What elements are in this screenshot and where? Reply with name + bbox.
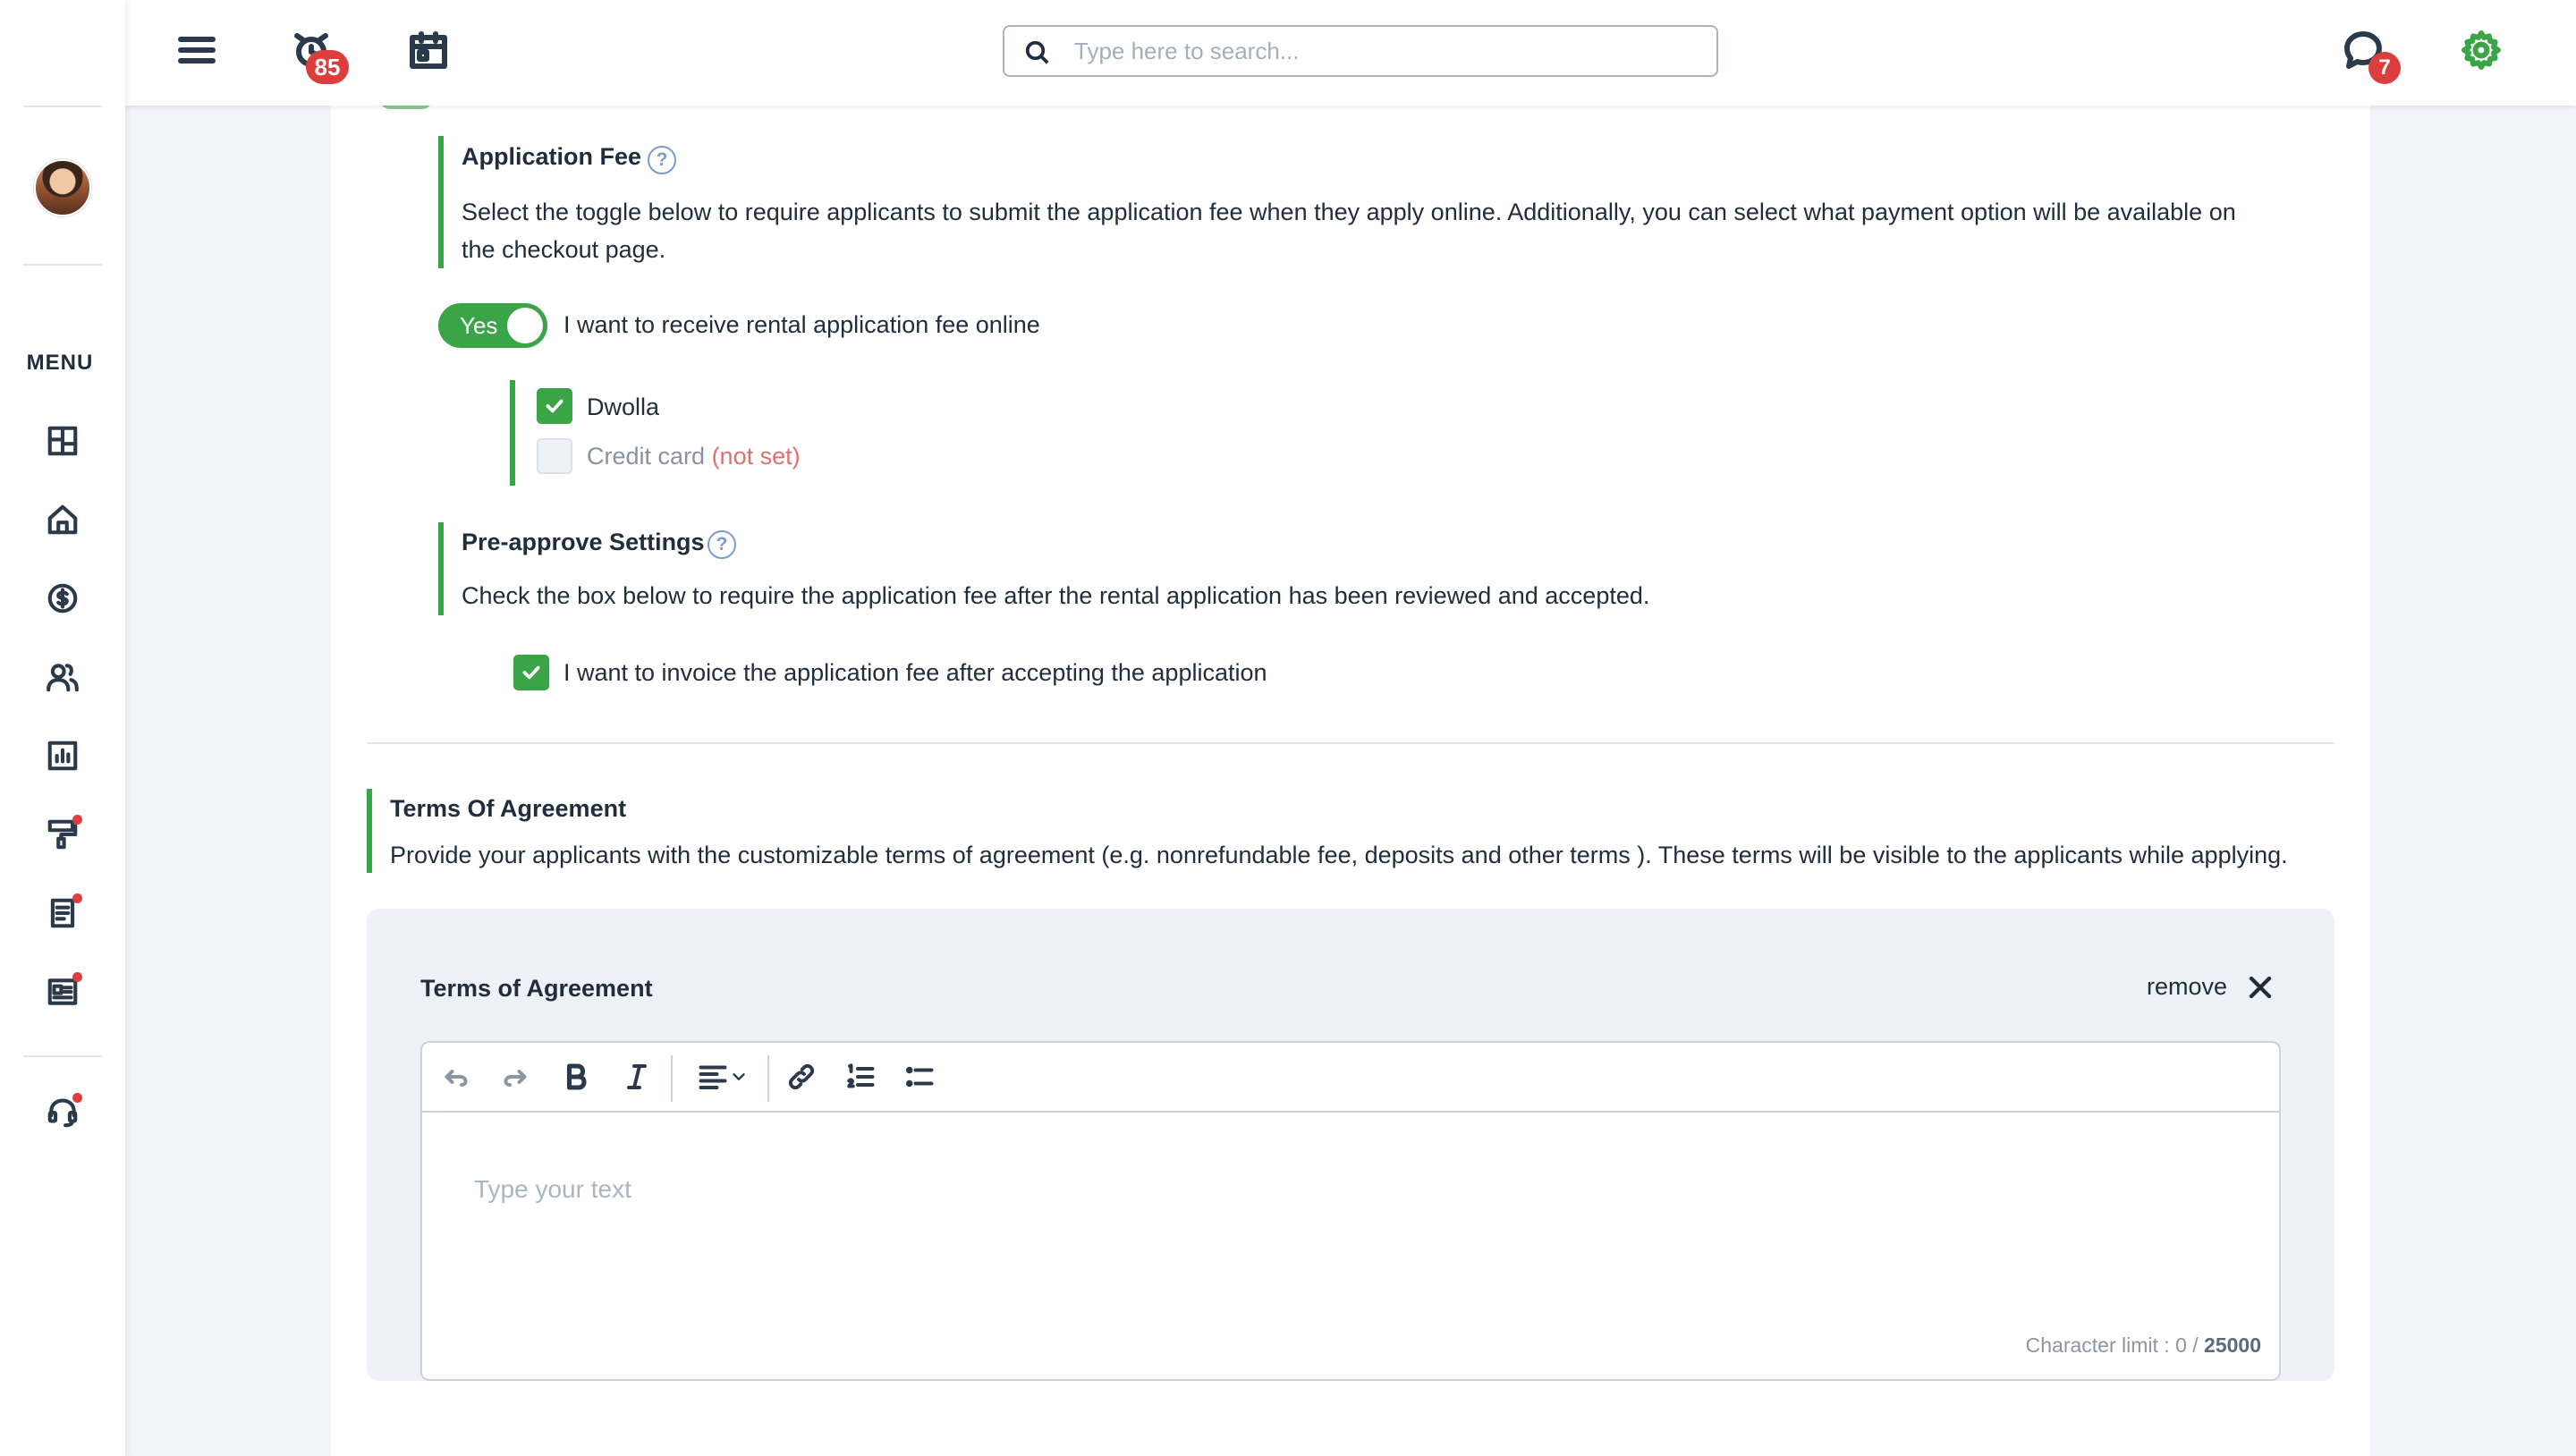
sidebar: MENU [0,0,125,1456]
checkmark-icon [546,399,564,413]
rich-text-editor: Type your text Character limit : 0 / 250… [420,1041,2281,1381]
invoice-after-accept-label: I want to invoice the application fee af… [564,659,1267,686]
sidebar-divider [23,1055,102,1057]
sidebar-item-payments[interactable] [43,579,82,618]
checkmark-icon [522,665,540,680]
receive-fee-online-toggle[interactable]: Yes [438,303,547,348]
section-accent-bar [438,136,444,268]
editor-toolbar [422,1043,2279,1113]
terms-title: Terms Of Agreement [390,795,627,822]
sidebar-divider [23,106,102,107]
link-button[interactable] [782,1057,821,1096]
dwolla-label: Dwolla [587,394,660,420]
italic-button[interactable] [617,1057,657,1096]
pre-approve-description: Check the box below to require the appli… [462,582,1650,609]
application-fee-description: Select the toggle below to require appli… [462,199,2236,225]
character-limit-label: Character limit : 0 / [2025,1333,2199,1357]
bullet-list-icon [905,1066,934,1088]
search-icon [1025,40,1049,64]
user-avatar[interactable] [34,159,91,216]
dashboard-icon [47,426,78,456]
pre-approve-help-icon[interactable]: ? [708,530,736,559]
application-fee-description-cont: the checkout page. [462,236,666,263]
close-icon [2249,976,2272,998]
notification-dot [72,972,82,982]
terms-accent-bar [367,789,372,873]
sidebar-item-people[interactable] [43,657,82,697]
pre-approve-accent-bar [438,522,444,615]
section-divider [367,742,2334,744]
align-dropdown[interactable] [687,1057,758,1096]
bold-icon [566,1063,587,1090]
sidebar-divider [23,264,102,266]
sidebar-item-reports[interactable] [43,736,82,775]
redo-button[interactable] [496,1057,535,1096]
sidebar-item-maintenance[interactable] [43,815,82,854]
chat-count-badge: 7 [2368,52,2401,84]
notification-dot [72,1093,82,1103]
search-box[interactable] [1003,25,1718,77]
pre-approve-title: Pre-approve Settings [462,529,705,555]
application-fee-title: Application Fee [462,143,642,170]
dwolla-checkbox[interactable] [537,388,572,424]
redo-icon [504,1070,527,1087]
gear-icon [2462,30,2501,70]
editor-text-area[interactable]: Type your text [474,1175,631,1204]
sidebar-item-documents[interactable] [43,893,82,933]
users-icon [47,664,79,692]
bold-button[interactable] [556,1057,596,1096]
terms-panel-title: Terms of Agreement [420,975,653,1002]
search-input[interactable] [1074,36,1682,66]
application-fee-help-icon[interactable]: ? [648,146,676,174]
terms-panel: Terms of Agreement remove Type your text… [367,909,2334,1381]
link-icon [788,1063,815,1090]
credit-card-option: Credit card (not set) [587,443,801,470]
italic-icon [627,1064,647,1089]
dollar-icon [47,583,78,614]
undo-icon [445,1070,468,1087]
settings-button[interactable] [2456,25,2506,75]
settings-card: Application Fee ? Select the toggle belo… [331,0,2370,1456]
invoice-after-accept-checkbox[interactable] [513,655,549,690]
payment-options-accent-bar [510,380,515,486]
character-limit: Character limit : 0 / 25000 [2026,1333,2261,1358]
sidebar-item-dashboard[interactable] [43,421,82,461]
sidebar-item-announcements[interactable] [43,972,82,1012]
hamburger-icon [178,37,216,63]
hamburger-menu-button[interactable] [172,25,222,75]
undo-button[interactable] [436,1057,476,1096]
notification-dot [72,815,82,825]
toggle-knob [507,308,543,343]
credit-card-checkbox[interactable] [537,438,572,474]
alarm-count-badge: 85 [306,50,349,84]
ordered-list-button[interactable] [841,1057,880,1096]
ordered-list-icon [847,1063,875,1088]
sidebar-item-properties[interactable] [43,500,82,539]
sidebar-item-support[interactable] [43,1093,82,1132]
reports-icon [47,741,78,771]
terms-description: Provide your applicants with the customi… [390,842,2288,868]
credit-card-not-set: (not set) [711,443,801,470]
calendar-icon [410,31,447,69]
remove-terms-button[interactable]: remove [2147,973,2274,1001]
align-left-icon [699,1065,727,1089]
remove-label: remove [2146,973,2227,1000]
home-icon [47,504,78,535]
notification-dot [72,893,82,903]
alarm-button[interactable]: 85 [286,25,349,84]
toolbar-separator [767,1055,769,1102]
toolbar-separator [671,1055,673,1102]
menu-label: MENU [26,351,94,375]
bullet-list-button[interactable] [900,1057,939,1096]
chevron-down-icon [733,1073,745,1080]
calendar-button[interactable] [403,25,453,75]
top-header: 85 7 [125,0,2576,106]
chat-button[interactable]: 7 [2338,25,2401,84]
toggle-label: Yes [460,312,498,339]
receive-fee-online-label: I want to receive rental application fee… [564,311,1040,338]
character-limit-max: 25000 [2204,1333,2261,1357]
credit-card-label: Credit card [587,443,706,470]
